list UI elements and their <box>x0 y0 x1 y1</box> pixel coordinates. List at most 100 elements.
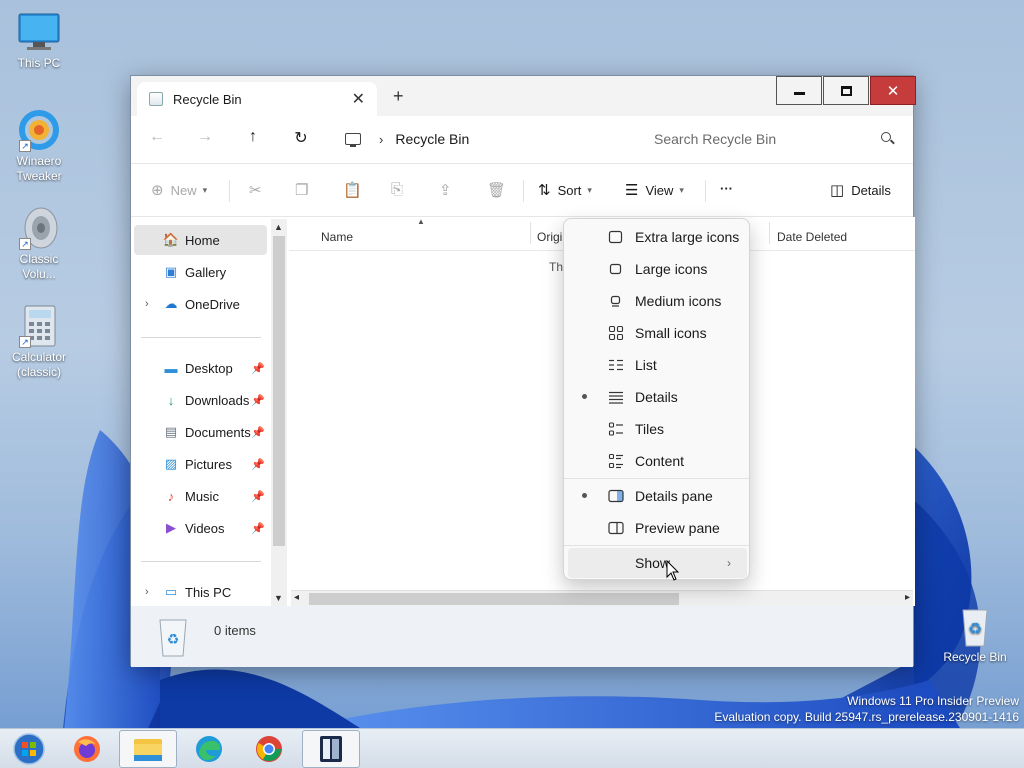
computer-icon: ▭ <box>164 584 178 599</box>
taskbar-app-tweaker[interactable] <box>302 730 360 768</box>
menu-item-label: Preview pane <box>635 520 720 536</box>
recycle-bin-icon: ♻ <box>953 604 997 648</box>
nav-item-this-pc[interactable]: › ▭ This PC <box>134 577 267 607</box>
nav-item-desktop[interactable]: ▬ Desktop 📌 <box>134 353 267 383</box>
rename-button[interactable]: ⎘ <box>391 181 410 198</box>
copy-button[interactable]: ❐ <box>295 181 315 199</box>
scroll-down-icon[interactable]: ▼ <box>274 593 283 603</box>
start-button[interactable] <box>0 730 58 768</box>
recycle-bin-icon <box>149 92 163 106</box>
chevron-down-icon: ▾ <box>202 184 208 195</box>
close-tab-icon[interactable]: ✕ <box>352 89 365 109</box>
nav-item-onedrive[interactable]: › ☁ OneDrive <box>134 289 267 319</box>
desktop-icon-calculator[interactable]: ↗ Calculator (classic) <box>2 304 76 380</box>
minimize-button[interactable] <box>776 76 822 105</box>
menu-item-list[interactable]: List <box>568 350 747 380</box>
column-header-original-location[interactable]: Origi <box>537 230 562 244</box>
nav-item-music[interactable]: ♪ Music 📌 <box>134 481 267 511</box>
taskbar-edge[interactable] <box>180 730 238 768</box>
video-icon: ▶ <box>166 520 176 535</box>
maximize-icon <box>840 85 852 96</box>
menu-item-small-icons[interactable]: Small icons <box>568 318 747 348</box>
share-button[interactable]: ⇪ <box>439 181 459 199</box>
nav-item-gallery[interactable]: ▣ Gallery <box>134 257 267 287</box>
horizontal-scrollbar[interactable]: ◂ ▸ <box>291 590 913 606</box>
menu-item-large-icons[interactable]: Large icons <box>568 254 747 284</box>
search-input[interactable]: Search Recycle Bin <box>641 124 903 154</box>
column-header-date-deleted[interactable]: Date Deleted <box>777 230 847 244</box>
nav-item-downloads[interactable]: ↓ Downloads 📌 <box>134 385 267 415</box>
up-button[interactable]: ↑ <box>241 128 265 146</box>
tab-title: Recycle Bin <box>173 91 242 107</box>
desktop-icon-winaero-tweaker[interactable]: ↗ Winaero Tweaker <box>2 108 76 184</box>
refresh-button[interactable]: ↻ <box>289 128 313 148</box>
delete-button[interactable]: 🗑 <box>487 181 513 199</box>
command-bar: ⊕ New ▾ ✂ ❐ 📋 ⎘ ⇪ 🗑 ⇅ Sort ▾ ☰ View ▾ ··… <box>131 163 913 217</box>
nav-item-home[interactable]: 🏠 Home <box>134 225 267 255</box>
desktop-icon-this-pc[interactable]: This PC <box>2 10 76 71</box>
menu-item-medium-icons[interactable]: Medium icons <box>568 286 747 316</box>
pin-icon: 📌 <box>251 362 265 375</box>
menu-item-content[interactable]: Content <box>568 446 747 476</box>
taskbar-firefox[interactable] <box>58 730 116 768</box>
forward-button[interactable]: → <box>193 128 217 146</box>
nav-item-label: Desktop <box>185 360 233 376</box>
nav-item-pictures[interactable]: ▨ Pictures 📌 <box>134 449 267 479</box>
menu-item-label: Details pane <box>635 488 713 504</box>
music-icon: ♪ <box>167 488 175 504</box>
maximize-button[interactable] <box>823 76 869 105</box>
nav-item-videos[interactable]: ▶ Videos 📌 <box>134 513 267 543</box>
breadcrumb-location[interactable]: Recycle Bin <box>395 131 469 147</box>
chevron-right-icon[interactable]: › <box>145 586 149 598</box>
speaker-icon: ↗ <box>17 206 61 250</box>
cut-button[interactable]: ✂ <box>249 181 269 199</box>
scroll-thumb[interactable] <box>309 593 679 605</box>
column-divider[interactable] <box>530 222 531 244</box>
scroll-up-icon[interactable]: ▲ <box>274 222 283 232</box>
menu-item-details-pane[interactable]: Details pane <box>568 481 747 511</box>
pin-icon: 📌 <box>251 490 265 503</box>
taskbar-chrome[interactable] <box>240 730 298 768</box>
desktop-icon-classic-volume[interactable]: ↗ Classic Volu... <box>2 206 76 282</box>
menu-item-extra-large-icons[interactable]: Extra large icons <box>568 222 747 252</box>
back-button[interactable]: ← <box>145 128 169 146</box>
calculator-icon: ↗ <box>17 304 61 348</box>
menu-item-tiles[interactable]: Tiles <box>568 414 747 444</box>
new-tab-button[interactable]: + <box>393 86 404 107</box>
menu-item-preview-pane[interactable]: Preview pane <box>568 513 747 543</box>
nav-item-documents[interactable]: ▤ Documents 📌 <box>134 417 267 447</box>
nav-scrollbar[interactable]: ▲ ▼ <box>271 219 287 606</box>
details-pane-icon: ◫ <box>830 182 845 199</box>
menu-item-label: Content <box>635 453 685 469</box>
menu-item-show[interactable]: Show › <box>568 548 747 578</box>
breadcrumb[interactable]: › Recycle Bin <box>331 124 641 154</box>
view-button[interactable]: ☰ View ▾ <box>625 181 684 199</box>
nav-item-label: Pictures <box>185 456 232 472</box>
desktop-icon-recycle-bin[interactable]: ♻ Recycle Bin <box>938 604 1012 665</box>
copy-icon: ❐ <box>295 182 309 199</box>
new-button[interactable]: ⊕ New ▾ <box>151 181 207 199</box>
details-pane-button[interactable]: ◫ Details <box>830 181 891 199</box>
column-divider[interactable] <box>769 222 770 244</box>
chevron-right-icon[interactable]: › <box>379 132 383 147</box>
scroll-thumb[interactable] <box>273 236 285 546</box>
taskbar-file-explorer[interactable] <box>119 730 177 768</box>
chevron-right-icon[interactable]: › <box>145 298 149 310</box>
paste-button[interactable]: 📋 <box>343 181 369 199</box>
menu-item-details[interactable]: Details <box>568 382 747 412</box>
more-options-button[interactable]: ··· <box>720 181 733 196</box>
close-button[interactable]: ✕ <box>870 76 916 105</box>
scroll-left-icon[interactable]: ◂ <box>294 592 299 603</box>
tab-recycle-bin[interactable]: Recycle Bin ✕ <box>137 82 377 116</box>
title-bar: Recycle Bin ✕ + ✕ <box>131 76 916 116</box>
minimize-icon <box>793 92 805 95</box>
square-icon <box>608 293 624 309</box>
explorer-window: Recycle Bin ✕ + ✕ ← → ↑ ↻ › Recycle Bin … <box>130 75 916 667</box>
sort-button[interactable]: ⇅ Sort ▾ <box>538 181 592 199</box>
scroll-right-icon[interactable]: ▸ <box>905 592 910 603</box>
folder-icon <box>134 739 162 761</box>
column-header-name[interactable]: Name <box>321 230 353 244</box>
desktop-icon-label: This PC <box>17 56 61 70</box>
square-icon <box>608 261 624 277</box>
navigation-pane: 🏠 Home ▣ Gallery › ☁ OneDrive ▬ Desktop … <box>131 217 289 606</box>
